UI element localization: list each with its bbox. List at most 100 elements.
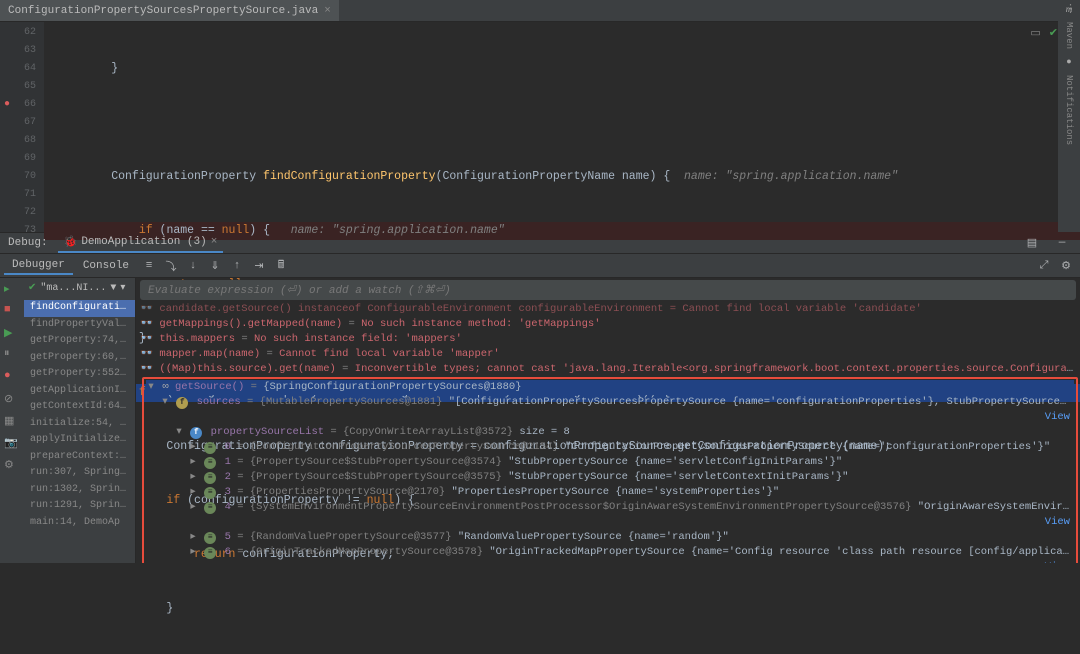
close-icon[interactable]: × bbox=[211, 236, 218, 248]
run-config-tab[interactable]: 🐞 DemoApplication (3) × bbox=[58, 233, 224, 253]
watch-lhs[interactable]: this.mappers bbox=[159, 333, 235, 345]
frame-item[interactable]: applyInitializers:6 bbox=[24, 432, 135, 449]
pause-icon[interactable]: ⏸ bbox=[4, 348, 20, 364]
frame-item[interactable]: run:1302, SpringA bbox=[24, 482, 135, 499]
var-type: {RandomValuePropertySource@3577} bbox=[250, 531, 452, 543]
frame-item[interactable]: run:307, SpringAp bbox=[24, 465, 135, 482]
evaluate-icon[interactable]: 🖩 bbox=[271, 256, 291, 276]
settings-icon[interactable]: ⚙ bbox=[1056, 256, 1076, 276]
watch-var[interactable]: candidate.getSource() instanceof Configu… bbox=[159, 303, 921, 315]
run-to-cursor-icon[interactable]: ⇥ bbox=[249, 256, 269, 276]
var-index[interactable]: 0 bbox=[225, 441, 231, 453]
frame-item[interactable]: getProperty:60, Co bbox=[24, 350, 135, 367]
view-breakpoints-icon[interactable]: ● bbox=[4, 370, 20, 386]
evaluate-expression-input[interactable]: Evaluate expression (⏎) or add a watch (… bbox=[140, 280, 1076, 300]
gutter-line: 72 bbox=[0, 204, 44, 222]
maven-tool[interactable]: Maven bbox=[1064, 22, 1074, 49]
infinity-icon: ∞ bbox=[162, 381, 168, 393]
view-link[interactable]: View bbox=[1045, 515, 1070, 530]
chevron-down-icon[interactable]: ▾ bbox=[120, 282, 125, 294]
watch-lhs[interactable]: mapper.map(name) bbox=[159, 348, 260, 360]
var-name[interactable]: propertySourceList bbox=[211, 426, 324, 438]
force-step-into-icon[interactable]: ⇓ bbox=[205, 256, 225, 276]
filter-icon[interactable]: ▼ bbox=[110, 283, 116, 294]
inline-hint: name: "spring.application.name" bbox=[684, 170, 898, 183]
var-index[interactable]: 6 bbox=[225, 546, 231, 558]
view-link[interactable]: View bbox=[1045, 410, 1070, 425]
code-editor[interactable]: } ConfigurationProperty findConfiguratio… bbox=[44, 22, 1080, 232]
index-icon: ≡ bbox=[204, 442, 216, 454]
gutter-line: 65 bbox=[0, 78, 44, 96]
chevron-right-icon[interactable]: ▸ bbox=[188, 545, 198, 560]
check-icon: ✔ bbox=[28, 282, 36, 294]
reader-mode-icon[interactable]: ▭ bbox=[1030, 26, 1040, 40]
frame-item[interactable]: getProperty:74, Co bbox=[24, 333, 135, 350]
minimize-icon[interactable]: — bbox=[1052, 233, 1072, 253]
chevron-down-icon[interactable]: ▾ bbox=[146, 380, 156, 395]
watch-rhs: No such instance method: 'getMappings' bbox=[361, 318, 600, 330]
notifications-tool[interactable]: Notifications bbox=[1064, 75, 1074, 145]
chevron-right-icon[interactable]: ▸ bbox=[188, 455, 198, 470]
index-icon: ≡ bbox=[204, 472, 216, 484]
frame-item[interactable]: run:1291, SpringA bbox=[24, 498, 135, 515]
run-config-name: DemoApplication (3) bbox=[81, 236, 206, 248]
restore-layout-icon[interactable]: ⤢ bbox=[1034, 256, 1054, 276]
field-icon: f bbox=[190, 427, 202, 439]
gutter-line-breakpoint[interactable]: 66 bbox=[0, 96, 44, 114]
watch-lhs[interactable]: getSource() bbox=[175, 381, 244, 393]
var-index[interactable]: 4 bbox=[225, 501, 231, 513]
close-icon[interactable]: × bbox=[324, 5, 331, 17]
memory-icon[interactable]: ▦ bbox=[4, 414, 20, 430]
inspection-ok-icon: ✔ bbox=[1049, 26, 1058, 40]
notification-bell-icon[interactable]: ● bbox=[1066, 57, 1071, 67]
thread-dump-icon[interactable]: ≡ bbox=[139, 256, 159, 276]
var-index[interactable]: 1 bbox=[225, 456, 231, 468]
frame-item[interactable]: findPropertyValue bbox=[24, 317, 135, 334]
chevron-right-icon[interactable]: ▸ bbox=[188, 530, 198, 545]
frame-item[interactable]: initialize:54, Cont bbox=[24, 416, 135, 433]
camera-icon[interactable]: 📷 bbox=[4, 436, 20, 452]
frame-item[interactable]: getProperty:552, A bbox=[24, 366, 135, 383]
step-into-icon[interactable]: ↓ bbox=[183, 256, 203, 276]
chevron-right-icon[interactable]: ▸ bbox=[188, 485, 198, 500]
variables-tree[interactable]: 👓 candidate.getSource() instanceof Confi… bbox=[136, 302, 1080, 563]
var-value: "StubPropertySource {name='servletContex… bbox=[508, 471, 848, 483]
tab-console[interactable]: Console bbox=[75, 258, 137, 274]
thread-name[interactable]: "ma...NI... bbox=[40, 283, 106, 294]
step-over-icon[interactable]: ⤵ bbox=[161, 256, 181, 276]
frame-item[interactable]: main:14, DemoAp bbox=[24, 515, 135, 532]
layout-icon[interactable]: ▤ bbox=[1022, 233, 1042, 253]
watch-lhs[interactable]: ((Map)this.source).get(name) bbox=[159, 363, 335, 375]
chevron-right-icon[interactable]: ▸ bbox=[188, 470, 198, 485]
more-icon[interactable]: ⋮ bbox=[1065, 2, 1076, 16]
watch-rhs: Cannot find local variable 'mapper' bbox=[279, 348, 500, 360]
rerun-icon[interactable]: ▸ bbox=[4, 282, 20, 298]
debug-action-bar: ▸ ■ ▶ ⏸ ● ⊘ ▦ 📷 ⚙ bbox=[0, 278, 24, 563]
variables-panel: Evaluate expression (⏎) or add a watch (… bbox=[136, 278, 1080, 563]
frame-item[interactable]: prepareContext:38 bbox=[24, 449, 135, 466]
frame-item[interactable]: findConfigurationP bbox=[24, 300, 135, 317]
editor-top-right-icons: ▭ ✔ ⋮ bbox=[1030, 26, 1058, 40]
step-out-icon[interactable]: ↑ bbox=[227, 256, 247, 276]
var-name[interactable]: sources bbox=[197, 396, 241, 408]
glasses-icon: 👓 bbox=[140, 333, 153, 345]
frame-item[interactable]: getContextId:64, C bbox=[24, 399, 135, 416]
resume-icon[interactable]: ▶ bbox=[4, 326, 20, 342]
stop-icon[interactable]: ■ bbox=[4, 304, 20, 320]
var-type: {PropertySource$StubPropertySource@3574} bbox=[250, 456, 502, 468]
var-index[interactable]: 2 bbox=[225, 471, 231, 483]
chevron-down-icon[interactable]: ▾ bbox=[174, 425, 184, 440]
chevron-down-icon[interactable]: ▾ bbox=[160, 395, 170, 410]
chevron-right-icon[interactable]: ▸ bbox=[188, 500, 198, 515]
gear-icon[interactable]: ⚙ bbox=[4, 458, 20, 474]
mute-breakpoints-icon[interactable]: ⊘ bbox=[4, 392, 20, 408]
var-index[interactable]: 3 bbox=[225, 486, 231, 498]
frames-panel: ✔ "ma...NI... ▼ ▾ findConfigurationP fin… bbox=[24, 278, 136, 563]
frame-item[interactable]: getApplicationId:6 bbox=[24, 383, 135, 400]
frames-list[interactable]: findConfigurationP findPropertyValue get… bbox=[24, 298, 135, 533]
editor-tab[interactable]: ConfigurationPropertySourcesPropertySour… bbox=[0, 0, 339, 21]
tab-debugger[interactable]: Debugger bbox=[4, 257, 73, 275]
watch-lhs[interactable]: getMappings().getMapped(name) bbox=[159, 318, 342, 330]
var-index[interactable]: 5 bbox=[225, 531, 231, 543]
chevron-right-icon[interactable]: ▸ bbox=[188, 440, 198, 455]
